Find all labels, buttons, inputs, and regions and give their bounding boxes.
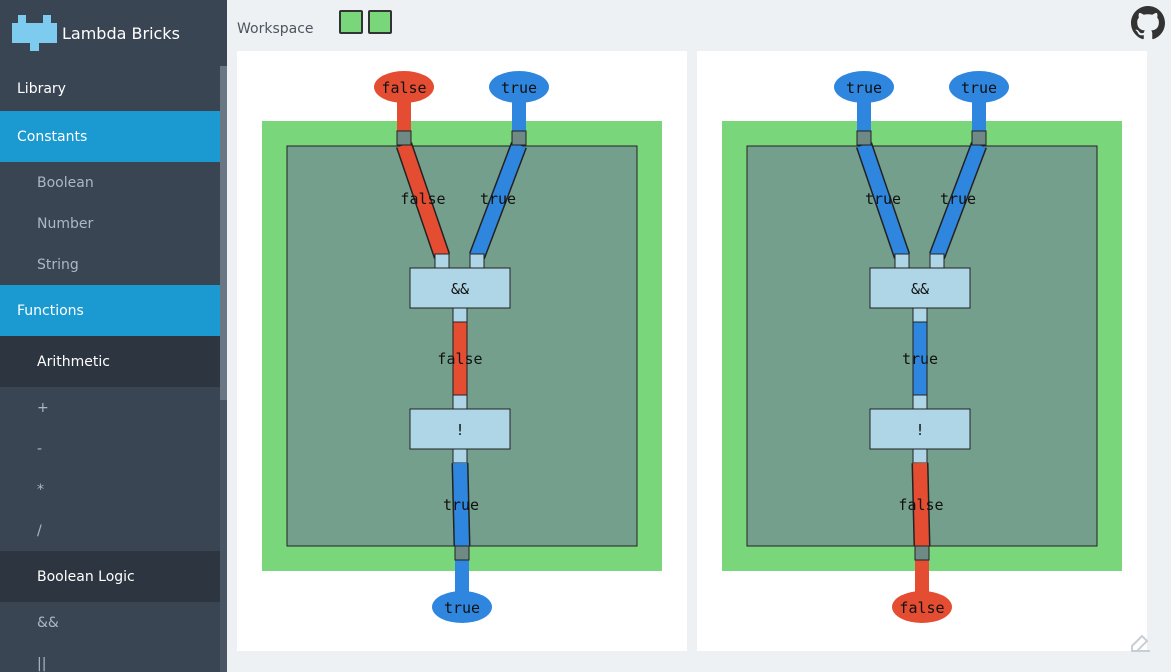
menu-or[interactable]: || (0, 643, 220, 672)
not-output-label: true (443, 496, 479, 514)
workspace-tab-2[interactable] (368, 10, 392, 34)
input-socket-right[interactable] (511, 130, 527, 146)
workspace-label: Workspace (237, 21, 314, 37)
workspace-tab-1[interactable] (339, 10, 363, 34)
not-input-socket[interactable] (912, 394, 928, 410)
menu-divide[interactable]: / (0, 510, 220, 551)
menu-number[interactable]: Number (0, 203, 220, 244)
and-input-socket-left[interactable] (434, 253, 450, 269)
not-output-socket[interactable] (912, 448, 928, 464)
menu-add[interactable]: + (0, 387, 220, 428)
input-right-label: true (501, 79, 537, 97)
sidebar-scrollbar-thumb[interactable] (220, 66, 227, 400)
brick-canvas[interactable]: true true true true && true ! false fals… (697, 51, 1147, 651)
and-output-label: false (437, 350, 482, 368)
output-label: true (444, 599, 480, 617)
app-name: Lambda Bricks (62, 23, 180, 43)
wire-right-label: true (480, 190, 516, 208)
not-function-label: ! (915, 421, 924, 439)
brick-logo-icon (12, 15, 57, 51)
and-input-socket-right[interactable] (929, 253, 945, 269)
and-output-socket[interactable] (912, 307, 928, 323)
brand[interactable]: Lambda Bricks (0, 0, 227, 66)
not-output-label: false (898, 496, 943, 514)
not-function-label: ! (455, 421, 464, 439)
menu-and[interactable]: && (0, 602, 220, 643)
input-left-label: true (846, 79, 882, 97)
menu-boolean[interactable]: Boolean (0, 162, 220, 203)
input-socket-left[interactable] (396, 130, 412, 146)
not-input-socket[interactable] (452, 394, 468, 410)
and-output-label: true (902, 350, 938, 368)
menu-subtract[interactable]: - (0, 428, 220, 469)
brick-canvas[interactable]: false true false true && false ! true tr… (237, 51, 687, 651)
output-label: false (899, 599, 944, 617)
input-right-label: true (961, 79, 997, 97)
input-left-label: false (381, 79, 426, 97)
edit-corner-icon[interactable] (1128, 628, 1154, 654)
wire-left-label: false (400, 190, 445, 208)
sidebar: Lambda Bricks Library Constants Boolean … (0, 0, 227, 672)
wire-left-label: true (865, 190, 901, 208)
input-socket-left[interactable] (856, 130, 872, 146)
and-function-label: && (911, 280, 929, 298)
menu-library[interactable]: Library (0, 66, 220, 111)
and-output-socket[interactable] (452, 307, 468, 323)
and-function-label: && (451, 280, 469, 298)
wire-right-label: true (940, 190, 976, 208)
menu-boolean-logic[interactable]: Boolean Logic (0, 551, 220, 602)
workspace-panel[interactable]: false true false true && false ! true tr… (237, 51, 687, 651)
output-socket[interactable] (914, 545, 930, 561)
not-output-socket[interactable] (452, 448, 468, 464)
menu-constants[interactable]: Constants (0, 111, 220, 162)
and-input-socket-right[interactable] (469, 253, 485, 269)
workspace-panel[interactable]: true true true true && true ! false fals… (697, 51, 1147, 651)
input-socket-right[interactable] (971, 130, 987, 146)
menu-functions[interactable]: Functions (0, 285, 220, 336)
output-socket[interactable] (454, 545, 470, 561)
menu-arithmetic[interactable]: Arithmetic (0, 336, 220, 387)
menu-string[interactable]: String (0, 244, 220, 285)
and-input-socket-left[interactable] (894, 253, 910, 269)
menu-multiply[interactable]: * (0, 469, 220, 510)
github-icon[interactable] (1131, 6, 1165, 40)
library-menu: Library Constants Boolean Number String … (0, 66, 220, 672)
